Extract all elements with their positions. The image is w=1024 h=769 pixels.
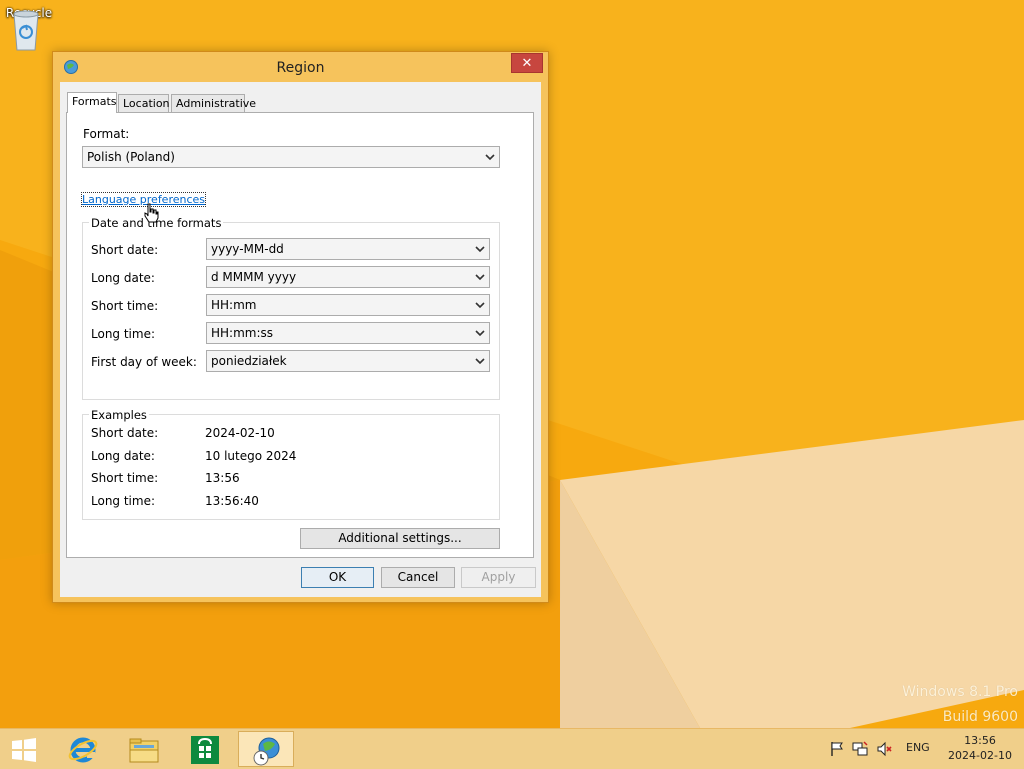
clock-time: 13:56	[964, 734, 996, 747]
region-globe-icon	[253, 737, 280, 766]
taskbar-internet-explorer[interactable]	[55, 731, 111, 767]
example-short-date-label: Short date:	[91, 426, 159, 440]
taskbar-file-explorer[interactable]	[116, 731, 172, 767]
input-language-indicator[interactable]: ENG	[906, 741, 930, 754]
example-long-time-value: 13:56:40	[205, 494, 259, 508]
chevron-down-icon	[485, 154, 495, 161]
clock-date: 2024-02-10	[948, 749, 1012, 762]
hand-cursor-icon	[144, 203, 159, 223]
date-time-formats-group: Date and time formats Short date: yyyy-M…	[82, 216, 500, 400]
formats-panel: Format: Polish (Poland) Language prefere…	[66, 112, 534, 558]
short-date-dropdown[interactable]: yyyy-MM-dd	[206, 238, 490, 260]
first-day-of-week-label: First day of week:	[91, 355, 197, 369]
tab-location[interactable]: Location	[118, 94, 170, 112]
system-clock[interactable]: 13:56 2024-02-10	[940, 733, 1020, 763]
volume-muted-icon[interactable]	[877, 741, 893, 757]
windows-store-icon	[191, 736, 219, 764]
region-dialog: Region ✕ Formats Location Administrative…	[52, 51, 549, 603]
ok-button[interactable]: OK	[301, 567, 374, 588]
windows-edition-watermark: Windows 8.1 Pro	[902, 684, 1018, 700]
long-time-label: Long time:	[91, 327, 156, 341]
chevron-down-icon	[475, 246, 485, 253]
long-time-value: HH:mm:ss	[211, 326, 274, 340]
tab-formats[interactable]: Formats	[67, 92, 117, 113]
network-icon[interactable]	[852, 741, 868, 757]
dialog-title: Region	[276, 60, 325, 76]
recycle-bin-icon	[13, 10, 39, 51]
chevron-down-icon	[475, 302, 485, 309]
long-date-label: Long date:	[91, 271, 155, 285]
format-label: Format:	[83, 127, 130, 141]
example-long-time-label: Long time:	[91, 494, 156, 508]
example-long-date-value: 10 lutego 2024	[205, 449, 297, 463]
taskbar-region[interactable]	[238, 731, 294, 767]
format-dropdown[interactable]: Polish (Poland)	[82, 146, 500, 168]
file-explorer-icon	[129, 738, 159, 763]
build-watermark: Build 9600	[942, 709, 1018, 725]
long-date-dropdown[interactable]: d MMMM yyyy	[206, 266, 490, 288]
chevron-down-icon	[475, 330, 485, 337]
examples-group: Examples Short date: 2024-02-10 Long dat…	[82, 408, 500, 520]
examples-title: Examples	[89, 408, 149, 422]
cancel-button[interactable]: Cancel	[381, 567, 455, 588]
windows-start-icon[interactable]	[11, 737, 37, 763]
example-short-date-value: 2024-02-10	[205, 426, 275, 440]
recycle-bin-shortcut[interactable]: Recycle	[6, 6, 56, 51]
example-long-date-label: Long date:	[91, 449, 155, 463]
example-short-time-value: 13:56	[205, 471, 240, 485]
title-bar[interactable]: Region ✕	[53, 52, 548, 82]
format-value: Polish (Poland)	[87, 150, 175, 164]
short-time-dropdown[interactable]: HH:mm	[206, 294, 490, 316]
chevron-down-icon	[475, 274, 485, 281]
chevron-down-icon	[475, 358, 485, 365]
short-date-value: yyyy-MM-dd	[211, 242, 284, 256]
taskbar-windows-store[interactable]	[177, 731, 233, 767]
short-date-label: Short date:	[91, 243, 159, 257]
internet-explorer-icon	[68, 737, 98, 763]
first-day-of-week-value: poniedziałek	[211, 354, 287, 368]
long-date-value: d MMMM yyyy	[211, 270, 297, 284]
close-button[interactable]: ✕	[511, 53, 543, 73]
long-time-dropdown[interactable]: HH:mm:ss	[206, 322, 490, 344]
first-day-of-week-dropdown[interactable]: poniedziałek	[206, 350, 490, 372]
additional-settings-button[interactable]: Additional settings...	[300, 528, 500, 549]
action-center-flag-icon[interactable]	[829, 741, 845, 757]
tab-administrative[interactable]: Administrative	[171, 94, 256, 112]
short-time-value: HH:mm	[211, 298, 257, 312]
example-short-time-label: Short time:	[91, 471, 159, 485]
dialog-client-area: Formats Location Administrative Format: …	[60, 82, 541, 597]
short-time-label: Short time:	[91, 299, 159, 313]
apply-button[interactable]: Apply	[461, 567, 536, 588]
taskbar: ENG 13:56 2024-02-10	[0, 728, 1024, 769]
